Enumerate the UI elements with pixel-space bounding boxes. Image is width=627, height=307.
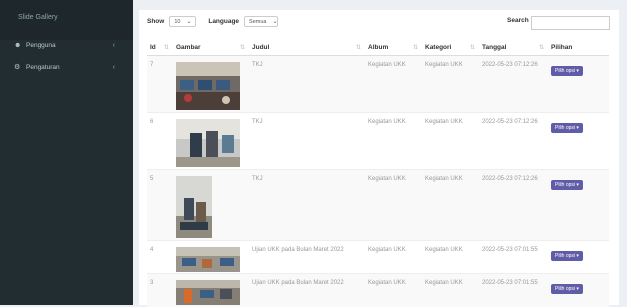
cell-tanggal: 2022-05-23 07:12:26 bbox=[479, 55, 548, 113]
cell-tanggal: 2022-05-23 07:01:55 bbox=[479, 240, 548, 274]
cell-kategori: Kegiatan UKK bbox=[422, 273, 479, 307]
cell-judul: TKJ bbox=[249, 169, 365, 241]
sidebar: Slide Gallery ☻ Pengguna ‹ ⚙ Pengaturan … bbox=[0, 0, 133, 305]
gallery-table-panel: Show 10 ⌄ Language Semua ⌄ Search Id ⇅ Ga… bbox=[139, 10, 619, 307]
column-header-gambar[interactable]: Gambar ⇅ bbox=[173, 40, 249, 56]
sidebar-item-pengguna[interactable]: ☻ Pengguna ‹ bbox=[0, 38, 133, 52]
column-header-pilihan: Pilihan bbox=[548, 40, 609, 56]
column-header-judul[interactable]: Judul ⇅ bbox=[249, 40, 365, 56]
column-header-tanggal[interactable]: Tanggal ⇅ bbox=[479, 40, 548, 56]
cell-album: Kegiatan UKK bbox=[365, 273, 422, 307]
pilih-opsi-button[interactable]: Pilih opsi ▾ bbox=[551, 284, 583, 294]
gallery-photo-thumbnail[interactable] bbox=[176, 176, 212, 238]
table-row: 3 Ujian UKK pada Bulan Maret 2022 Kegiat… bbox=[147, 273, 609, 307]
search-input[interactable] bbox=[531, 16, 610, 30]
chevron-left-icon: ‹ bbox=[112, 63, 115, 71]
column-header-album[interactable]: Album ⇅ bbox=[365, 40, 422, 56]
gallery-photo-thumbnail[interactable] bbox=[176, 119, 240, 167]
pilih-opsi-button[interactable]: Pilih opsi ▾ bbox=[551, 123, 583, 133]
cell-pilihan: Pilih opsi ▾ bbox=[548, 112, 609, 170]
cogs-icon: ⚙ bbox=[14, 64, 21, 71]
gallery-photo-thumbnail[interactable] bbox=[176, 247, 240, 272]
cell-judul: Ujian UKK pada Bulan Maret 2022 bbox=[249, 240, 365, 274]
table-row: 4 Ujian UKK pada Bulan Maret 2022 Kegiat… bbox=[147, 240, 609, 274]
cell-pilihan: Pilih opsi ▾ bbox=[548, 169, 609, 241]
gallery-table: Id ⇅ Gambar ⇅ Judul ⇅ Album ⇅ Kategori ⇅ Tang… bbox=[147, 40, 609, 307]
language-select[interactable]: Semua ⌄ bbox=[244, 16, 279, 27]
chevron-left-icon: ‹ bbox=[112, 41, 115, 49]
cell-id: 3 bbox=[147, 273, 173, 307]
cell-tanggal: 2022-05-23 07:12:26 bbox=[479, 112, 548, 170]
cell-gambar bbox=[173, 112, 249, 170]
sort-icon: ⇅ bbox=[239, 45, 245, 51]
sidebar-item-slide-gallery[interactable]: Slide Gallery bbox=[18, 14, 58, 21]
pilih-opsi-button[interactable]: Pilih opsi ▾ bbox=[551, 251, 583, 261]
cell-album: Kegiatan UKK bbox=[365, 112, 422, 170]
cell-judul: TKJ bbox=[249, 112, 365, 170]
sort-icon: ⇅ bbox=[163, 45, 169, 51]
column-header-id[interactable]: Id ⇅ bbox=[147, 40, 173, 56]
sidebar-item-pengaturan[interactable]: ⚙ Pengaturan ‹ bbox=[0, 60, 133, 74]
column-header-kategori[interactable]: Kategori ⇅ bbox=[422, 40, 479, 56]
show-entries-select[interactable]: 10 ⌄ bbox=[169, 16, 197, 27]
cell-album: Kegiatan UKK bbox=[365, 55, 422, 113]
cell-tanggal: 2022-05-23 07:12:26 bbox=[479, 169, 548, 241]
gallery-photo-thumbnail[interactable] bbox=[176, 62, 240, 110]
cell-kategori: Kegiatan UKK bbox=[422, 55, 479, 113]
chevron-down-icon: ⌄ bbox=[186, 19, 192, 25]
sidebar-item-label: Pengaturan bbox=[26, 63, 60, 71]
cell-id: 6 bbox=[147, 112, 173, 170]
cell-kategori: Kegiatan UKK bbox=[422, 112, 479, 170]
chevron-down-icon: ⌄ bbox=[272, 19, 278, 25]
table-row: 6 TKJ Kegiatan UKK Kegiatan UKK 2022-05-… bbox=[147, 112, 609, 170]
sort-icon: ⇅ bbox=[355, 45, 361, 51]
sidebar-item-label: Pengguna bbox=[26, 41, 56, 49]
cell-judul: Ujian UKK pada Bulan Maret 2022 bbox=[249, 273, 365, 307]
sidebar-header: Slide Gallery bbox=[0, 0, 133, 40]
pilih-opsi-button[interactable]: Pilih opsi ▾ bbox=[551, 180, 583, 190]
pilih-opsi-button[interactable]: Pilih opsi ▾ bbox=[551, 66, 583, 76]
sort-icon: ⇅ bbox=[412, 45, 418, 51]
cell-kategori: Kegiatan UKK bbox=[422, 169, 479, 241]
search-label: Search bbox=[507, 17, 529, 24]
cell-id: 4 bbox=[147, 240, 173, 274]
cell-tanggal: 2022-05-23 07:01:55 bbox=[479, 273, 548, 307]
show-entries-value: 10 bbox=[174, 18, 181, 25]
cell-gambar bbox=[173, 240, 249, 274]
cell-id: 7 bbox=[147, 55, 173, 113]
language-label: Language bbox=[208, 18, 240, 25]
cell-gambar bbox=[173, 273, 249, 307]
cell-pilihan: Pilih opsi ▾ bbox=[548, 55, 609, 113]
table-header-row: Id ⇅ Gambar ⇅ Judul ⇅ Album ⇅ Kategori ⇅ Tang… bbox=[147, 40, 609, 56]
cell-id: 5 bbox=[147, 169, 173, 241]
cell-kategori: Kegiatan UKK bbox=[422, 240, 479, 274]
show-label: Show bbox=[147, 18, 165, 25]
sort-icon: ⇅ bbox=[538, 45, 544, 51]
table-row: 7 TKJ Kegiatan UKK Kegiatan UKK 2022-05-… bbox=[147, 55, 609, 113]
language-value: Semua bbox=[249, 18, 267, 25]
table-row: 5 TKJ Kegiatan UKK Kegiatan UKK 2022-05-… bbox=[147, 169, 609, 241]
sort-icon: ⇅ bbox=[469, 45, 475, 51]
table-toolbar: Show 10 ⌄ Language Semua ⌄ bbox=[147, 16, 279, 27]
cell-album: Kegiatan UKK bbox=[365, 169, 422, 241]
users-icon: ☻ bbox=[14, 41, 22, 49]
cell-pilihan: Pilih opsi ▾ bbox=[548, 273, 609, 307]
cell-album: Kegiatan UKK bbox=[365, 240, 422, 274]
gallery-photo-thumbnail[interactable] bbox=[176, 280, 240, 305]
cell-judul: TKJ bbox=[249, 55, 365, 113]
cell-pilihan: Pilih opsi ▾ bbox=[548, 240, 609, 274]
cell-gambar bbox=[173, 55, 249, 113]
cell-gambar bbox=[173, 169, 249, 241]
